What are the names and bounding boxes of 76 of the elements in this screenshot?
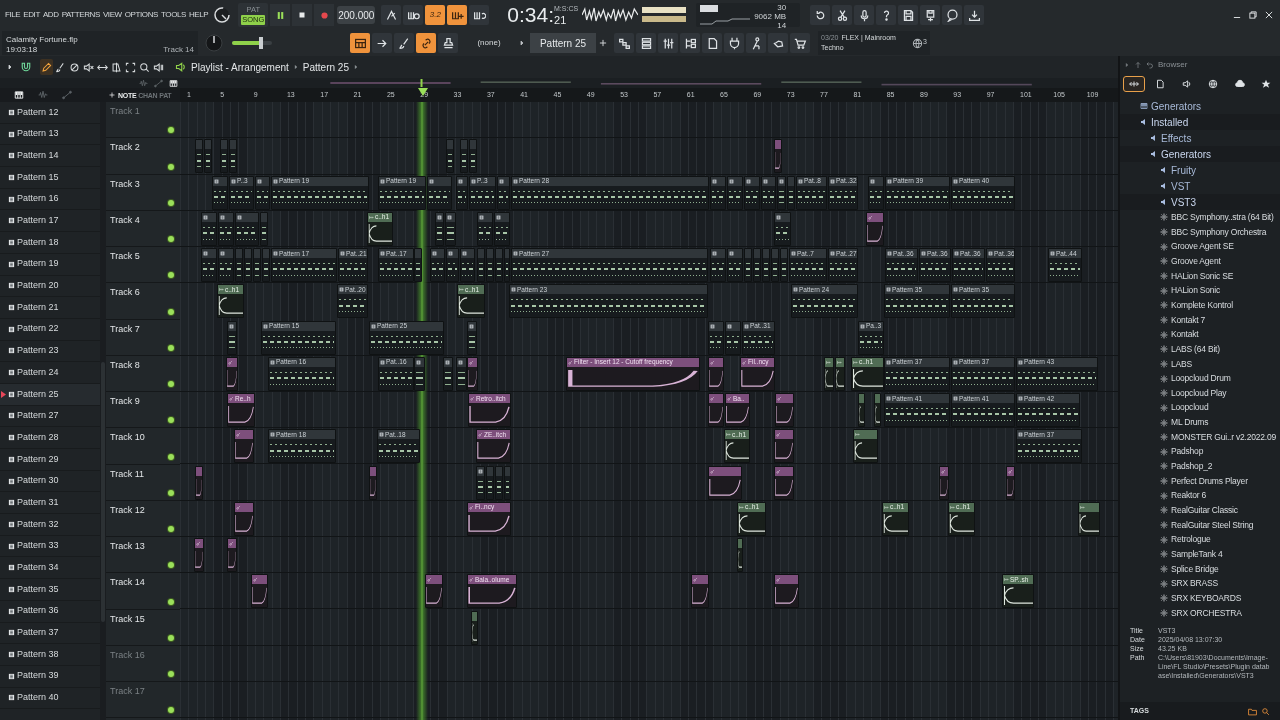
plugin-item[interactable]: Splice Bridge [1120, 561, 1280, 577]
plugin-item[interactable]: Retrologue [1120, 532, 1280, 548]
breadcrumb-item[interactable]: Pattern 25 [300, 59, 351, 75]
plugin-item[interactable]: HALion Sonic [1120, 283, 1280, 298]
track-name[interactable]: Track 13 [110, 540, 145, 554]
track-name[interactable]: Track 7 [110, 322, 140, 336]
plugin-item[interactable]: HALion Sonic SE [1120, 268, 1280, 284]
folder-item[interactable]: VST3 [1120, 194, 1280, 210]
plugin-item[interactable]: Perfect Drums Player [1120, 473, 1280, 489]
plugin-item[interactable]: LABS [1120, 356, 1280, 372]
menu-item[interactable]: FILE [5, 9, 21, 21]
browser-title: Browser [1158, 59, 1188, 71]
plugin-item[interactable]: Loopcloud Play [1120, 385, 1280, 401]
plugin-item[interactable]: Groove Agent SE [1120, 239, 1280, 254]
plugin-item[interactable]: Komplete Kontrol [1120, 297, 1280, 313]
plugin-item[interactable]: Padshop [1120, 444, 1280, 460]
plugin-item[interactable]: SRX KEYBOARDS [1120, 591, 1280, 606]
track-name[interactable]: Track 15 [110, 612, 145, 626]
plugin-item[interactable]: SRX BRASS [1120, 576, 1280, 592]
track-name[interactable]: Track 11 [110, 467, 144, 481]
plugin-item[interactable]: LABS (64 Bit) [1120, 341, 1280, 357]
folder-item[interactable]: Installed [1120, 114, 1280, 130]
folder-item[interactable]: Generators [1120, 98, 1280, 114]
polyphony-reading: 14 [777, 22, 787, 30]
pattern-selector[interactable]: Pattern 25 [530, 33, 596, 53]
plugin-item[interactable]: MONSTER Gui..r v2.2022.09 [1120, 429, 1280, 445]
project-name: Calamity Fortune.flp [6, 35, 78, 45]
track-name[interactable]: Track 17 [110, 685, 145, 699]
track-name[interactable]: Track 8 [110, 358, 140, 373]
track-name[interactable]: Track 12 [110, 503, 145, 518]
plugin-item[interactable]: RealGuitar Classic [1120, 503, 1280, 518]
menu-item[interactable]: TOOLS [161, 9, 186, 21]
plugin-item[interactable]: Reaktor 6 [1120, 488, 1280, 504]
track-name[interactable]: Track 14 [110, 576, 145, 590]
track-name[interactable]: Track 6 [110, 286, 140, 300]
plugin-item[interactable]: Kontakt 7 [1120, 312, 1280, 328]
breadcrumb-item[interactable]: Playlist - Arrangement [189, 59, 291, 75]
plugin-item[interactable]: RealGuitar Steel String [1120, 517, 1280, 533]
track-name[interactable]: Track 4 [110, 213, 140, 228]
track-name[interactable]: Track 10 [110, 431, 145, 445]
memory-reading: 9062 MB [754, 13, 787, 21]
menu-item[interactable]: HELP [189, 9, 209, 21]
plugin-item[interactable]: SampleTank 4 [1120, 547, 1280, 562]
hint-text: Track 14 [163, 45, 194, 55]
folder-item[interactable]: Effects [1120, 130, 1280, 146]
plugin-item[interactable]: ML Drums [1120, 415, 1280, 430]
project-time: 19:03:18 [6, 45, 39, 55]
time-display: 0:34: [507, 3, 554, 27]
folder-item[interactable]: VST [1120, 178, 1280, 194]
track-name[interactable]: Track 3 [110, 177, 140, 191]
centiseconds: 21 [554, 14, 567, 27]
menu-item[interactable]: OPTIONS [124, 9, 158, 21]
pattern-item[interactable]: Pattern 25 [0, 383, 100, 406]
menu-item[interactable]: EDIT [23, 9, 40, 21]
track-name[interactable]: Track 16 [110, 648, 145, 663]
folder-item[interactable]: Fruity [1120, 162, 1280, 178]
track-name[interactable]: Track 1 [110, 105, 140, 119]
plugin-item[interactable]: Groove Agent [1120, 253, 1280, 269]
plugin-item[interactable]: BBC Symphony..stra (64 Bit) [1120, 210, 1280, 225]
plugin-item[interactable]: Loopcloud [1120, 400, 1280, 416]
menu-item[interactable]: PATTERNS [61, 9, 100, 21]
plugin-item[interactable]: SRX ORCHESTRA [1120, 605, 1280, 621]
plugin-item[interactable]: Kontakt [1120, 327, 1280, 342]
folder-item[interactable]: Generators [1120, 146, 1280, 162]
menu-item[interactable]: VIEW [102, 9, 122, 21]
plugin-item[interactable]: BBC Symphony Orchestra [1120, 224, 1280, 240]
plugin-item[interactable]: Padshop_2 [1120, 459, 1280, 474]
countdown-button[interactable]: 3.2 [425, 5, 446, 25]
snap-dropdown[interactable]: (none) [464, 33, 514, 53]
cpu-reading: 30 [777, 4, 787, 12]
track-name[interactable]: Track 2 [110, 141, 140, 155]
plugin-item[interactable]: Loopcloud Drum [1120, 371, 1280, 386]
tempo-display[interactable]: 200.000 [337, 6, 376, 24]
track-name[interactable]: Track 9 [110, 395, 140, 409]
menu-item[interactable]: ADD [42, 9, 59, 21]
track-name[interactable]: Track 5 [110, 250, 140, 264]
